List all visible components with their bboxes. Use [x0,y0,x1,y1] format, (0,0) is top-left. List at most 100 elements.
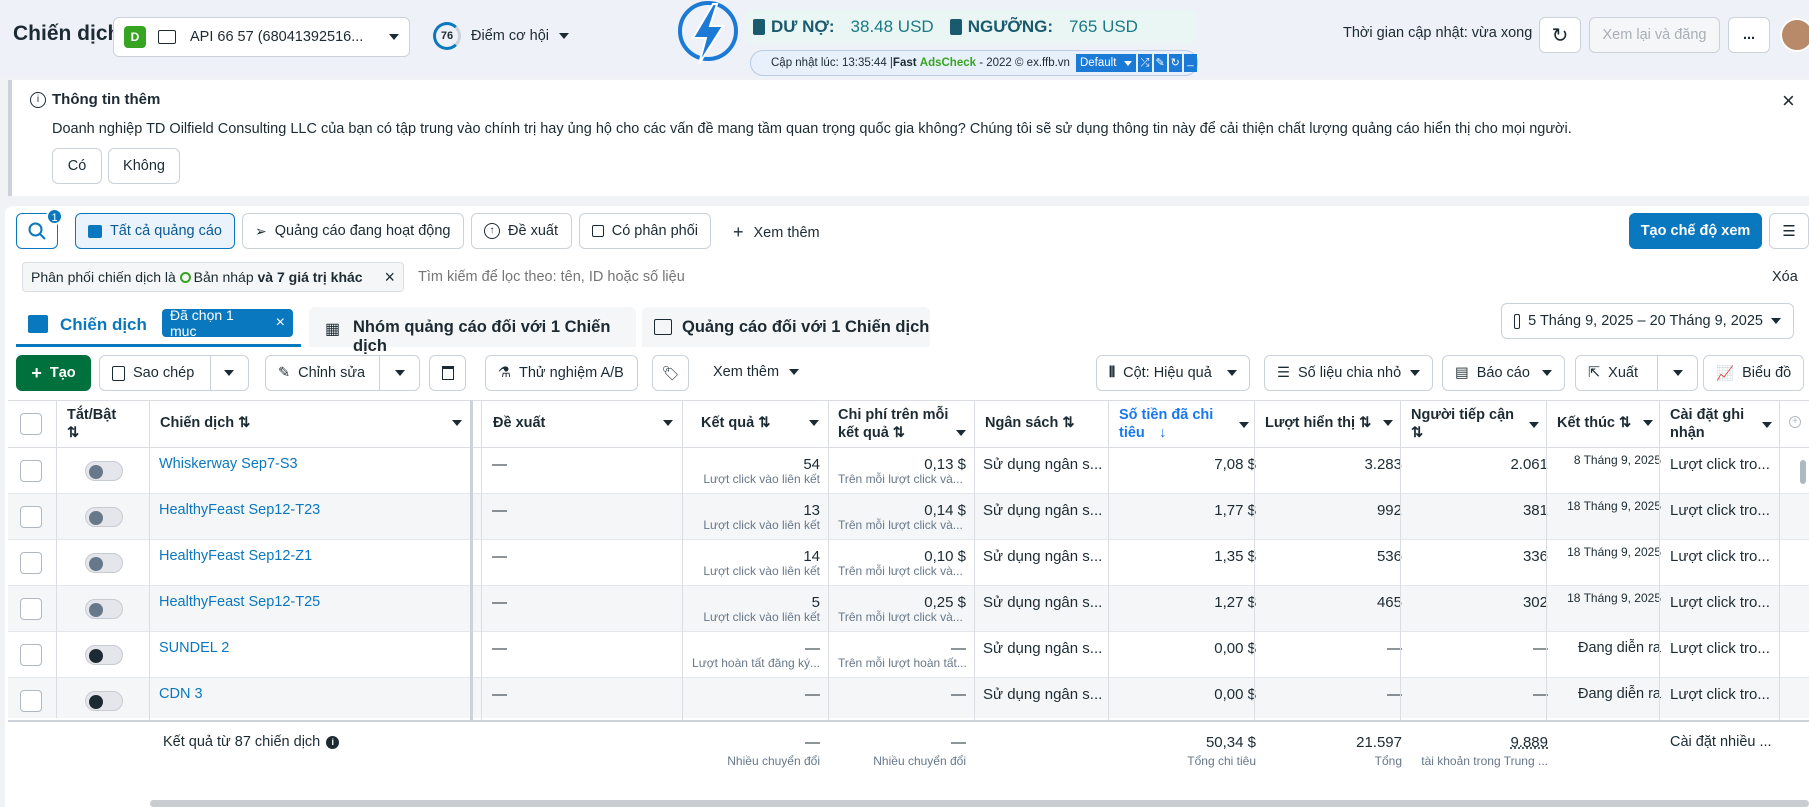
yes-button[interactable]: Có [52,148,102,184]
info-icon[interactable]: i [326,735,340,749]
opportunity-score[interactable]: 76 Điểm cơ hội [433,22,570,50]
profile-select[interactable]: Default [1075,54,1137,72]
ab-test-button[interactable]: ⚗ Thử nghiệm A/B [485,355,638,391]
summary-cpr-sub: Nhiều chuyển đổi [873,754,966,768]
review-publish-button[interactable]: Xem lại và đăng [1589,17,1720,53]
pencil-icon: ✎ [278,365,291,381]
header-attribution[interactable]: Cài đặt ghi nhận [1670,406,1772,452]
delivering-button[interactable]: Có phân phối [579,213,711,249]
more-options-button[interactable]: ... [1728,17,1770,53]
header-reach[interactable]: Người tiếp cận ⇅ [1411,406,1539,452]
close-icon[interactable]: × [1782,88,1795,114]
reports-label: Báo cáo [1476,365,1530,381]
header-cost-per-result[interactable]: Chi phí trên mỗi kết quả ⇅ [838,406,966,452]
tab-ads[interactable]: Quảng cáo đối với 1 Chiến dịch [642,307,930,347]
reports-button[interactable]: ▤ Báo cáo [1442,355,1565,391]
threshold-value: 765 USD [1068,17,1138,36]
campaign-name-link[interactable]: HealthyFeast Sep12-T23 [159,502,320,518]
date-range-picker[interactable]: 5 Tháng 9, 2025 – 20 Tháng 9, 2025 [1501,303,1794,339]
row-checkbox[interactable] [20,690,42,712]
campaign-toggle[interactable] [85,599,123,619]
row-checkbox[interactable] [20,644,42,666]
chevron-down-icon[interactable] [1673,370,1683,376]
threshold-label: NGƯỠNG: [967,17,1053,36]
row-checkbox[interactable] [20,598,42,620]
table-row[interactable]: HealthyFeast Sep12-T23 — 13 Lượt click vào … [8,494,1809,540]
tab-adsets[interactable]: ▦ Nhóm quảng cáo đối với 1 Chiến dịch [309,307,636,355]
refresh-icon[interactable]: ↻ [1168,54,1182,72]
chevron-down-icon[interactable] [395,370,405,376]
chevron-down-icon[interactable] [224,370,234,376]
shuffle-icon[interactable]: ⤮ [1138,54,1152,72]
update-info-prefix: Cập nhật lúc: 13:35:44 | [771,57,893,69]
horizontal-scrollbar[interactable] [150,800,1809,807]
campaign-name-link[interactable]: HealthyFeast Sep12-Z1 [159,548,312,564]
attribution-value: Lượt click tro... [1670,456,1770,473]
summary-label: Kết quả từ 87 chiến dịch [163,734,321,750]
campaign-name-link[interactable]: CDN 3 [159,686,203,702]
row-checkbox[interactable] [20,506,42,528]
refresh-button[interactable]: ↻ [1539,17,1581,53]
vertical-scrollbar[interactable] [1800,460,1806,484]
search-input[interactable] [418,262,1738,292]
table-row[interactable]: SUNDEL 2— — Lượt hoàn tất đăng ký... — Trên … [8,632,1809,678]
create-view-button[interactable]: Tạo chế độ xem [1629,213,1762,249]
summary-spent: 50,34 $ [1205,734,1256,751]
search-button[interactable]: 1 [16,208,63,249]
reach-value: 302 [1522,594,1548,611]
campaign-toggle[interactable] [85,553,123,573]
close-icon[interactable]: × [384,267,395,288]
no-button[interactable]: Không [108,148,180,184]
filter-chip-suffix: và 7 giá trị khác [253,269,363,285]
campaign-name-link[interactable]: HealthyFeast Sep12-T25 [159,594,320,610]
draft-status-icon [179,271,191,283]
tag-button[interactable]: 🏷 [652,355,689,391]
summary-reach-sub: tài khoản trong Trung ... [1421,754,1548,768]
edit-button[interactable]: ✎ Chỉnh sửa [265,355,420,391]
reports-icon: ▤ [1455,365,1469,381]
table-row[interactable]: Whiskerway Sep7-S3 — 54 Lượt click vào liên… [8,448,1809,494]
toolbar-see-more[interactable]: Xem thêm [713,364,800,380]
campaign-name-link[interactable]: Whiskerway Sep7-S3 [159,456,298,472]
campaign-toggle[interactable] [85,691,123,711]
delete-button[interactable] [429,355,466,391]
table-row[interactable]: HealthyFeast Sep12-T25 — 5 Lượt click vào l… [8,586,1809,632]
campaign-toggle[interactable] [85,461,123,481]
columns-button[interactable]: ⫴ Cột: Hiệu quả [1096,355,1250,391]
see-more-label: Xem thêm [753,224,820,241]
summary-reach[interactable]: 9.889 [1408,734,1548,751]
active-ads-button[interactable]: ➢ Quảng cáo đang hoạt động [242,213,464,249]
table-row[interactable]: HealthyFeast Sep12-Z1 — 14 Lượt click vào l… [8,540,1809,586]
split-divider [1657,356,1658,390]
cpr-sub: Trên mỗi lượt click và... [838,472,963,486]
add-column-icon[interactable]: + [1789,416,1801,428]
view-settings-button[interactable]: ☰ [1769,213,1809,249]
duplicate-button[interactable]: Sao chép [99,355,249,391]
campaign-name-link[interactable]: SUNDEL 2 [159,640,229,656]
row-checkbox[interactable] [20,552,42,574]
edit-icon[interactable]: ✎ [1153,54,1167,72]
suggested-button[interactable]: ↑ Đề xuất [471,213,572,249]
campaign-toggle[interactable] [85,507,123,527]
header-toggle[interactable]: Tắt/Bật ⇅ [67,406,116,452]
create-button[interactable]: + Tạo [16,355,91,391]
selected-chip[interactable]: Đã chọn 1 mục × [162,307,293,339]
chart-button[interactable]: 📈 Biểu đồ [1703,355,1804,391]
account-selector[interactable]: D API 66 57 (68041392516... [113,17,410,57]
select-all-checkbox[interactable] [20,413,42,435]
avatar[interactable] [1780,18,1809,52]
all-ads-button[interactable]: Tất cả quảng cáo [75,213,235,249]
sort-icon: ⇅ [1619,415,1632,431]
table-row[interactable]: CDN 3 — — — Sử dụng ngân s... 0,00 $ — — Đang di… [8,678,1809,718]
clear-filters-link[interactable]: Xóa [1772,269,1798,285]
filter-chip[interactable]: Phân phối chiến dịch là Bản nháp và 7 gi… [22,262,404,292]
breakdown-button[interactable]: ☰ Số liệu chia nhỏ [1264,355,1433,391]
see-more-filters[interactable]: + Xem thêm [733,222,820,243]
minimize-icon[interactable]: _ [1183,54,1198,72]
tab-campaigns[interactable]: Chiến dịch Đã chọn 1 mục × [16,303,301,347]
export-button[interactable]: ⇱ Xuất [1575,355,1698,391]
header-amount-spent[interactable]: Số tiền đã chi tiêu ↓ [1119,406,1249,452]
close-icon[interactable]: × [276,314,285,332]
campaign-toggle[interactable] [85,645,123,665]
row-checkbox[interactable] [20,460,42,482]
